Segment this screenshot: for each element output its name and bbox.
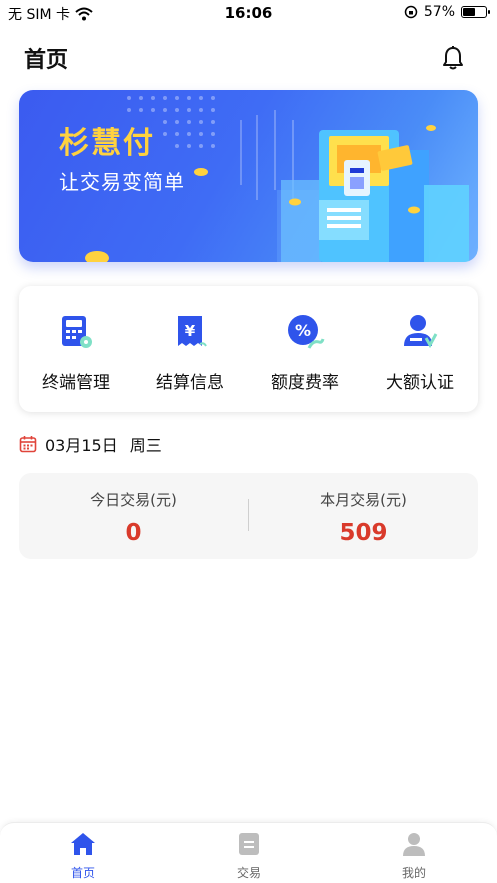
- bell-icon[interactable]: [439, 44, 467, 72]
- quick-action-label: 终端管理: [42, 373, 110, 393]
- svg-text:¥: ¥: [185, 322, 196, 340]
- settlement-icon: ¥: [178, 316, 207, 347]
- stat-today: 今日交易(元) 0: [19, 489, 248, 546]
- rate-icon: %: [288, 315, 325, 349]
- weekday-text: 周三: [129, 436, 162, 455]
- date-text: 03月15日: [45, 436, 118, 455]
- stat-today-value: 0: [125, 520, 142, 546]
- promo-banner[interactable]: 杉慧付 让交易变简单: [19, 90, 478, 262]
- transaction-icon: [239, 833, 259, 855]
- banner-title: 杉慧付: [59, 126, 155, 161]
- tab-transaction-label: 交易: [236, 866, 261, 880]
- quick-action-settlement[interactable]: ¥ 结算信息: [133, 312, 247, 402]
- status-right: 57%: [404, 4, 490, 20]
- nav-bar: 首页: [0, 36, 497, 80]
- stat-month-label: 本月交易(元): [320, 491, 407, 509]
- svg-text:%: %: [295, 321, 311, 340]
- quick-action-label: 大额认证: [386, 373, 454, 393]
- date-row: 03月15日 周三: [19, 432, 162, 456]
- tab-profile[interactable]: 我的: [331, 831, 497, 881]
- stat-month-value: 509: [339, 520, 388, 546]
- banner-subtitle: 让交易变简单: [59, 170, 185, 194]
- quick-actions-card: 终端管理 ¥ 结算信息 % 额度费率 大额认证: [19, 286, 478, 412]
- orientation-lock-icon: [404, 5, 418, 19]
- bottom-tab-bar: 首页 交易 我的: [0, 822, 497, 883]
- quick-action-rate[interactable]: % 额度费率: [248, 312, 362, 402]
- quick-action-verify[interactable]: 大额认证: [363, 312, 477, 402]
- profile-icon: [403, 833, 425, 856]
- stat-month: 本月交易(元) 509: [249, 489, 478, 546]
- battery-percent: 57%: [423, 4, 455, 20]
- home-icon: [71, 833, 95, 855]
- quick-action-label: 额度费率: [271, 373, 339, 393]
- transaction-stats-card: 今日交易(元) 0 本月交易(元) 509: [19, 473, 478, 559]
- page-title: 首页: [24, 48, 69, 73]
- stat-today-label: 今日交易(元): [90, 491, 177, 509]
- battery-fill: [463, 8, 475, 16]
- battery-icon: [461, 6, 490, 18]
- tab-transaction[interactable]: 交易: [166, 831, 332, 881]
- verify-icon: [404, 315, 438, 349]
- status-bar: 无 SIM 卡 16:06 57%: [0, 0, 497, 26]
- quick-action-terminal[interactable]: 终端管理: [19, 312, 133, 402]
- tab-profile-label: 我的: [401, 866, 426, 880]
- calendar-icon: [19, 436, 37, 453]
- tab-home-label: 首页: [70, 866, 95, 880]
- quick-action-label: 结算信息: [156, 373, 224, 393]
- terminal-icon: [62, 316, 92, 348]
- tab-home[interactable]: 首页: [0, 831, 166, 881]
